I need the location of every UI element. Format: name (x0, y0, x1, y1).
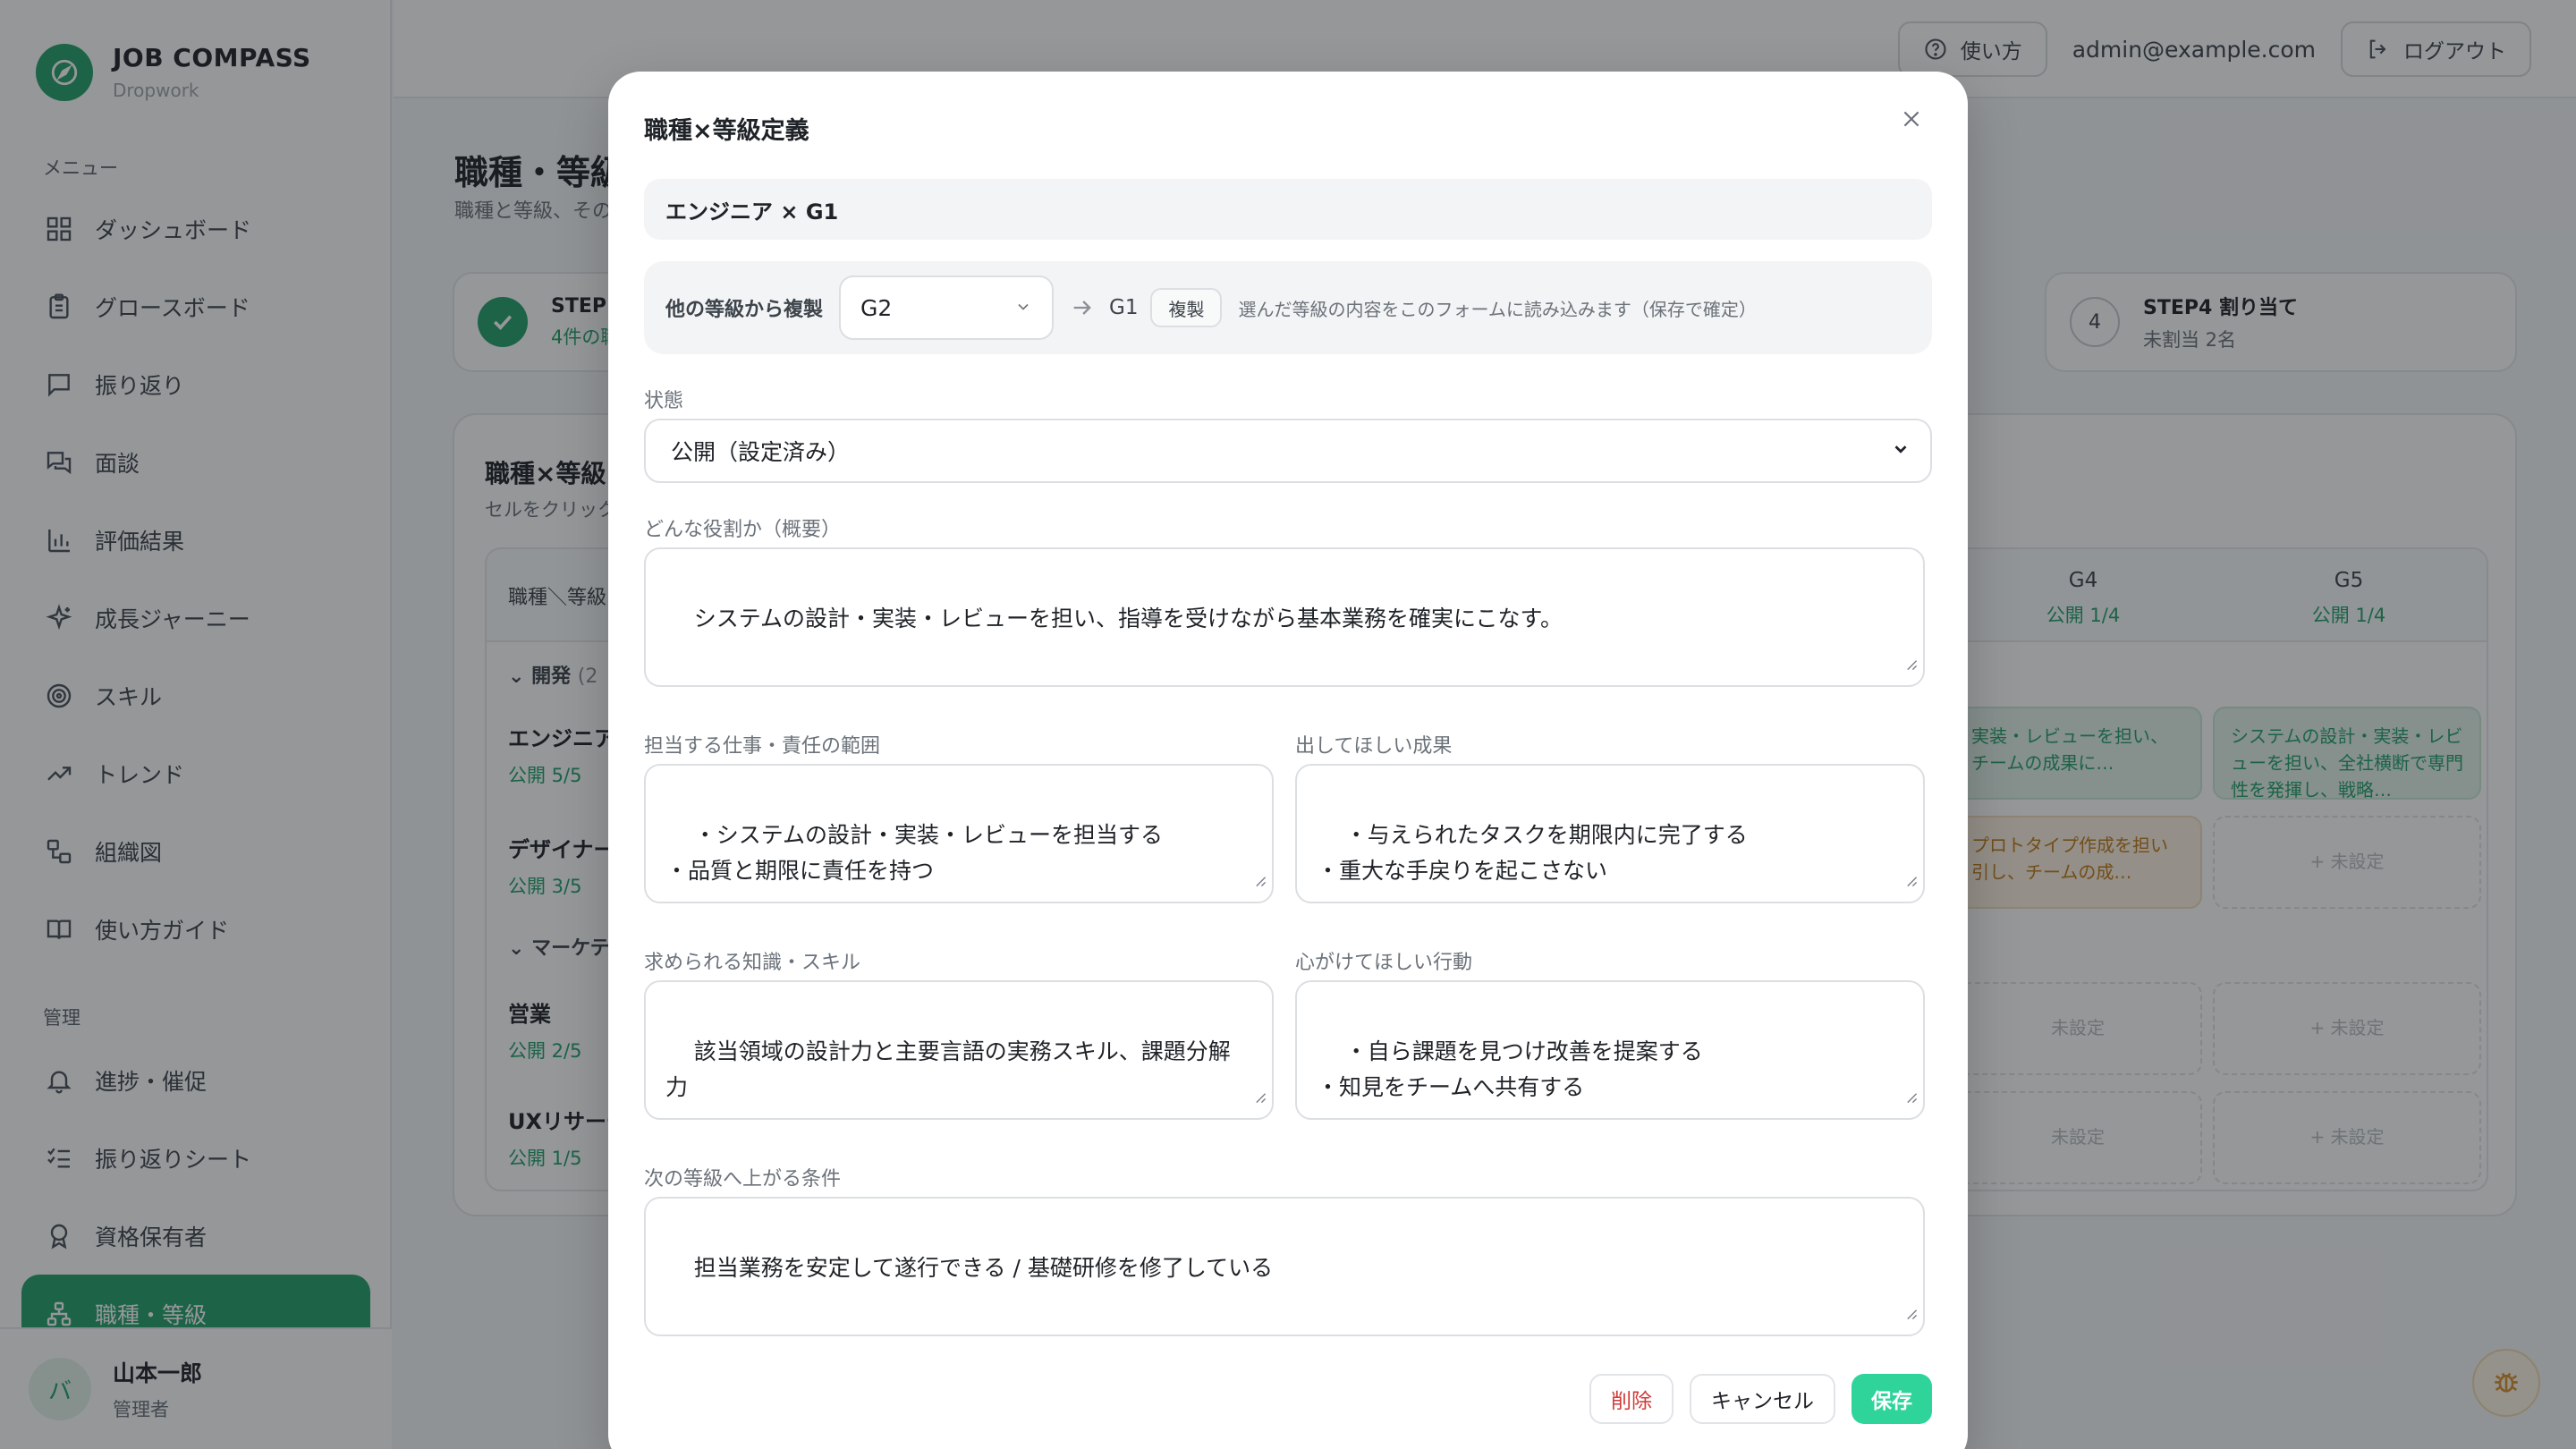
status-value: 公開（設定済み） (671, 439, 851, 465)
results-textarea[interactable]: ・与えられたタスクを期限内に完了する ・重大な手戻りを起こさない (1295, 764, 1925, 903)
scope-label: 担当する仕事・責任の範囲 (644, 735, 881, 758)
results-value: ・与えられたタスクを期限内に完了する ・重大な手戻りを起こさない (1317, 822, 1748, 884)
behavior-value: ・自ら課題を見つけ改善を提案する ・知見をチームへ共有する (1317, 1038, 1703, 1100)
copy-note: 選んだ等級の内容をこのフォームに読み込みます（保存で確定） (1238, 298, 1757, 320)
promotion-textarea[interactable]: 担当業務を安定して遂行できる / 基礎研修を修了している (644, 1197, 1925, 1336)
behavior-label: 心がけてほしい行動 (1295, 952, 1473, 974)
chevron-down-icon (1891, 438, 1911, 464)
copy-target-grade: G1 (1109, 296, 1139, 319)
resize-grip-icon[interactable] (1905, 1079, 1918, 1114)
delete-button[interactable]: 削除 (1589, 1374, 1674, 1424)
copy-grade-value: G2 (860, 294, 893, 321)
summary-value: システムの設計・実装・レビューを担い、指導を受けながら基本業務を確実にこなす。 (693, 606, 1563, 631)
copy-button[interactable]: 複製 (1150, 288, 1223, 327)
arrow-right-icon (1070, 295, 1095, 320)
resize-grip-icon[interactable] (1905, 1295, 1918, 1331)
resize-grip-icon[interactable] (1905, 646, 1918, 682)
copy-label: 他の等級から複製 (665, 299, 824, 321)
close-icon (1900, 107, 1923, 134)
promotion-label: 次の等級へ上がる条件 (644, 1168, 842, 1191)
save-button[interactable]: 保存 (1852, 1374, 1932, 1424)
modal-title: 職種×等級定義 (644, 117, 809, 145)
status-select[interactable]: 公開（設定済み） (644, 419, 1932, 483)
resize-grip-icon[interactable] (1905, 862, 1918, 898)
copy-grade-select[interactable]: G2 (839, 275, 1055, 340)
resize-grip-icon[interactable] (1254, 1079, 1267, 1114)
scope-value: ・システムの設計・実装・レビューを担当する ・品質と期限に責任を持つ (665, 822, 1164, 884)
skills-label: 求められる知識・スキル (644, 952, 861, 974)
close-button[interactable] (1889, 98, 1934, 143)
summary-label: どんな役割か（概要） (644, 519, 842, 541)
results-label: 出してほしい成果 (1295, 735, 1453, 758)
scope-textarea[interactable]: ・システムの設計・実装・レビューを担当する ・品質と期限に責任を持つ (644, 764, 1274, 903)
target-job-grade: エンジニア × G1 (644, 179, 1932, 240)
chevron-down-icon (1014, 295, 1032, 321)
modal-footer: 削除 キャンセル 保存 (1573, 1374, 1932, 1424)
skills-textarea[interactable]: 該当領域の設計力と主要言語の実務スキル、課題分解力 (644, 980, 1274, 1120)
skills-value: 該当領域の設計力と主要言語の実務スキル、課題分解力 (665, 1038, 1231, 1100)
cancel-button[interactable]: キャンセル (1690, 1374, 1835, 1424)
copy-from-grade-bar: 他の等級から複製 G2 G1 複製 選んだ等級の内容をこのフォームに読み込みます… (644, 261, 1932, 354)
behavior-textarea[interactable]: ・自ら課題を見つけ改善を提案する ・知見をチームへ共有する (1295, 980, 1925, 1120)
job-grade-modal: 職種×等級定義 エンジニア × G1 他の等級から複製 G2 G1 複製 選んだ… (608, 72, 1968, 1449)
resize-grip-icon[interactable] (1254, 862, 1267, 898)
status-label: 状態 (644, 390, 684, 412)
promotion-value: 担当業務を安定して遂行できる / 基礎研修を修了している (693, 1255, 1274, 1281)
summary-textarea[interactable]: システムの設計・実装・レビューを担い、指導を受けながら基本業務を確実にこなす。 (644, 547, 1925, 687)
